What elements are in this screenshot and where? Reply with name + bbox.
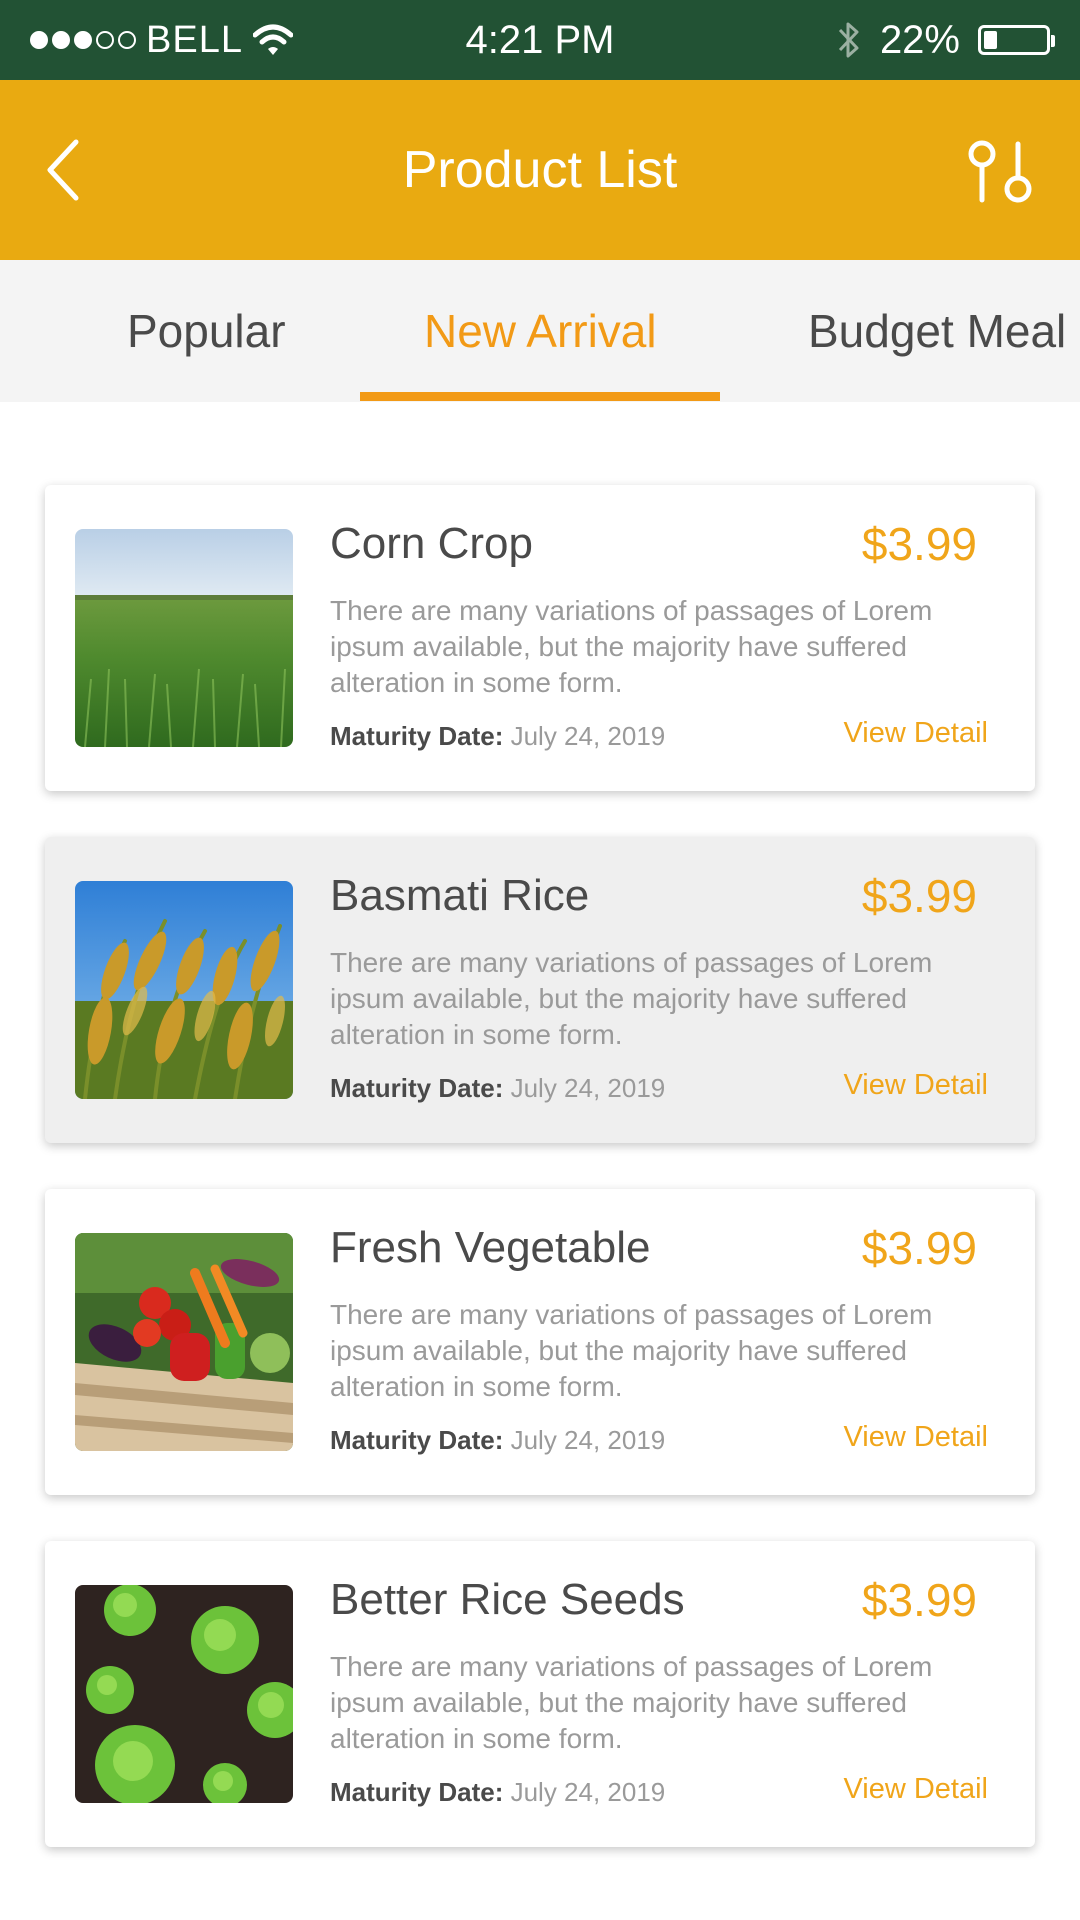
lettuce-soil-image bbox=[75, 1585, 293, 1803]
product-price: $3.99 bbox=[861, 1222, 977, 1274]
maturity-date: July 24, 2019 bbox=[510, 721, 666, 751]
maturity-label: Maturity Date: bbox=[330, 1073, 504, 1103]
bluetooth-icon bbox=[838, 22, 859, 58]
maturity-label: Maturity Date: bbox=[330, 721, 504, 751]
active-tab-indicator bbox=[360, 392, 720, 401]
tab-budget-meal[interactable]: Budget Meal bbox=[808, 260, 1066, 402]
product-description: There are many variations of passages of… bbox=[330, 595, 933, 698]
status-right: 22% bbox=[836, 0, 1055, 80]
maturity-label: Maturity Date: bbox=[330, 1777, 504, 1807]
view-detail-link[interactable]: View Detail bbox=[843, 717, 988, 750]
battery-icon bbox=[978, 25, 1055, 55]
maturity-date: July 24, 2019 bbox=[510, 1073, 666, 1103]
product-price: $3.99 bbox=[861, 518, 977, 570]
view-detail-link[interactable]: View Detail bbox=[843, 1773, 988, 1806]
product-card-better-rice-seeds[interactable]: Better Rice Seeds $3.99 There are many v… bbox=[45, 1541, 1035, 1847]
product-price: $3.99 bbox=[861, 870, 977, 922]
maturity-label: Maturity Date: bbox=[330, 1425, 504, 1455]
product-title: Corn Crop bbox=[330, 519, 533, 568]
product-description: There are many variations of passages of… bbox=[330, 947, 933, 1050]
rice-plant-image bbox=[75, 881, 293, 1099]
product-title: Basmati Rice bbox=[330, 871, 590, 920]
product-card-fresh-vegetable[interactable]: Fresh Vegetable $3.99 There are many var… bbox=[45, 1189, 1035, 1495]
product-list: Corn Crop $3.99 There are many variation… bbox=[45, 485, 1035, 1893]
product-title: Fresh Vegetable bbox=[330, 1223, 651, 1272]
maturity-date-row: Maturity Date: July 24, 2019 bbox=[330, 721, 665, 752]
battery-percent: 22% bbox=[879, 17, 960, 62]
product-card-corn-crop[interactable]: Corn Crop $3.99 There are many variation… bbox=[45, 485, 1035, 791]
vegetable-crate-image bbox=[75, 1233, 293, 1451]
app-header: Product List bbox=[0, 80, 1080, 260]
maturity-date-row: Maturity Date: July 24, 2019 bbox=[330, 1425, 665, 1456]
product-title: Better Rice Seeds bbox=[330, 1575, 685, 1624]
tab-new-arrival[interactable]: New Arrival bbox=[424, 260, 657, 402]
product-card-basmati-rice[interactable]: Basmati Rice $3.99 There are many variat… bbox=[45, 837, 1035, 1143]
category-tabs: Popular New Arrival Budget Meal bbox=[0, 260, 1080, 402]
green-field-image bbox=[75, 529, 293, 747]
product-description: There are many variations of passages of… bbox=[330, 1299, 933, 1402]
product-description: There are many variations of passages of… bbox=[330, 1651, 933, 1754]
view-detail-link[interactable]: View Detail bbox=[843, 1069, 988, 1102]
maturity-date: July 24, 2019 bbox=[510, 1777, 666, 1807]
view-detail-link[interactable]: View Detail bbox=[843, 1421, 988, 1454]
page-title: Product List bbox=[402, 141, 678, 199]
maturity-date-row: Maturity Date: July 24, 2019 bbox=[330, 1777, 665, 1808]
filter-icon[interactable] bbox=[966, 140, 1036, 204]
status-bar: BELL 4:21 PM 22% bbox=[0, 0, 1080, 80]
product-price: $3.99 bbox=[861, 1574, 977, 1626]
tab-popular[interactable]: Popular bbox=[127, 260, 286, 402]
maturity-date: July 24, 2019 bbox=[510, 1425, 666, 1455]
maturity-date-row: Maturity Date: July 24, 2019 bbox=[330, 1073, 665, 1104]
